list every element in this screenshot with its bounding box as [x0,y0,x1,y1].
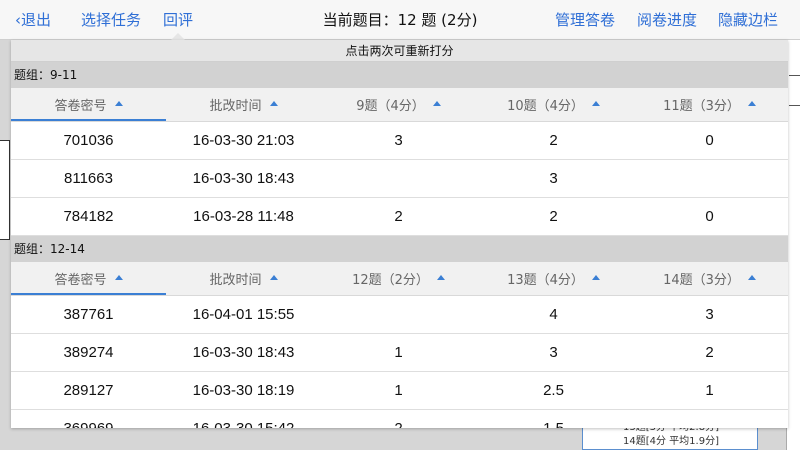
score-cell[interactable]: 3 [476,334,631,371]
top-navigation-bar: 当前题目：12 题 (2分) ‹退出 选择任务 回评 管理答卷 阅卷进度 隐藏边… [0,0,800,40]
score-cell[interactable]: 0 [631,198,788,235]
column-header-question[interactable]: 11题（3分） [631,88,788,121]
column-header-grading-time[interactable]: 批改时间 [166,262,321,295]
answer-id-cell: 811663 [64,170,113,187]
column-header-question[interactable]: 14题（3分） [631,262,788,295]
sort-up-icon [114,275,123,280]
score-cell[interactable] [321,160,476,197]
score-cell[interactable]: 1 [631,372,788,409]
grading-time-cell: 16-03-30 18:43 [192,344,295,361]
column-header-question[interactable]: 10题（4分） [476,88,631,121]
table-row[interactable]: 811663 16-03-30 18:43 3 [11,160,788,198]
score-cell[interactable]: 1.5 [476,410,631,428]
hide-sidebar-button[interactable]: 隐藏边栏 [718,0,778,40]
grading-time-cell: 16-03-30 18:43 [192,170,295,187]
score-cell[interactable]: 1 [321,372,476,409]
sort-up-icon [591,275,600,280]
score-cell[interactable]: 1 [321,334,476,371]
score-cell[interactable]: 0 [631,122,788,159]
column-header-answer-id[interactable]: 答卷密号 [11,88,166,121]
sort-up-icon [747,101,756,106]
score-cell[interactable] [631,410,788,428]
grading-time-cell: 16-03-30 21:03 [192,132,295,149]
score-cell[interactable]: 4 [476,296,631,333]
column-header-question[interactable]: 13题（4分） [476,262,631,295]
sort-up-icon [114,101,123,106]
score-cell[interactable] [631,160,788,197]
table-row[interactable]: 389274 16-03-30 18:43 1 3 2 [11,334,788,372]
column-header-question[interactable]: 12题（2分） [321,262,476,295]
background-sidebar-strip [786,40,800,450]
manage-answers-button[interactable]: 管理答卷 [555,0,615,40]
answer-id-cell: 369969 [11,410,166,428]
answer-id-cell: 701036 [63,132,114,149]
back-button[interactable]: ‹退出 [15,0,51,40]
column-header-row: 答卷密号 批改时间 12题（2分） 13题（4分） 14题（3分） [11,262,788,296]
sort-up-icon [591,101,600,106]
answer-id-cell: 389274 [63,344,114,361]
review-popover: 点击两次可重新打分 题组：9-11 答卷密号 批改时间 9题（4分） 10题（4… [11,40,788,428]
grading-time-cell: 16-04-01 15:55 [192,306,295,323]
column-header-grading-time[interactable]: 批改时间 [166,88,321,121]
score-cell[interactable]: 3 [631,296,788,333]
grading-time-cell: 16-03-28 11:48 [193,208,294,225]
rescore-hint: 点击两次可重新打分 [11,40,788,62]
score-cell[interactable]: 2.5 [476,372,631,409]
score-cell[interactable]: 3 [321,122,476,159]
sort-up-icon [436,275,445,280]
grading-time-cell: 16-03-30 15:42 [166,410,321,428]
answer-id-cell: 387761 [63,306,114,323]
group-header: 题组：12-14 [11,236,788,262]
table-row[interactable]: 369969 16-03-30 15:42 2 1.5 [11,410,788,428]
select-task-button[interactable]: 选择任务 [81,0,141,40]
background-snippet: 14题[4分 平均1.9分] [623,436,719,447]
answer-id-cell: 784182 [63,208,114,225]
grading-time-cell: 16-03-30 18:19 [192,382,295,399]
score-cell[interactable]: 2 [476,198,631,235]
answer-id-cell: 289127 [63,382,114,399]
table-row[interactable]: 784182 16-03-28 11:48 2 2 0 [11,198,788,236]
column-header-row: 答卷密号 批改时间 9题（4分） 10题（4分） 11题（3分） [11,88,788,122]
column-header-answer-id[interactable]: 答卷密号 [11,262,166,295]
group-header: 题组：9-11 [11,62,788,88]
score-cell[interactable]: 2 [476,122,631,159]
popover-caret [171,33,185,40]
score-cell[interactable]: 2 [321,198,476,235]
sort-up-icon [747,275,756,280]
sort-up-icon [269,275,278,280]
score-cell[interactable]: 2 [631,334,788,371]
score-cell[interactable] [321,296,476,333]
sort-up-icon [269,101,278,106]
column-header-question[interactable]: 9题（4分） [321,88,476,121]
sort-up-icon [432,101,441,106]
grading-progress-button[interactable]: 阅卷进度 [637,0,697,40]
table-row[interactable]: 289127 16-03-30 18:19 1 2.5 1 [11,372,788,410]
table-row[interactable]: 701036 16-03-30 21:03 3 2 0 [11,122,788,160]
score-cell[interactable]: 3 [476,160,631,197]
background-image-fragment [0,140,10,240]
table-row[interactable]: 387761 16-04-01 15:55 4 3 [11,296,788,334]
score-cell[interactable]: 2 [321,410,476,428]
